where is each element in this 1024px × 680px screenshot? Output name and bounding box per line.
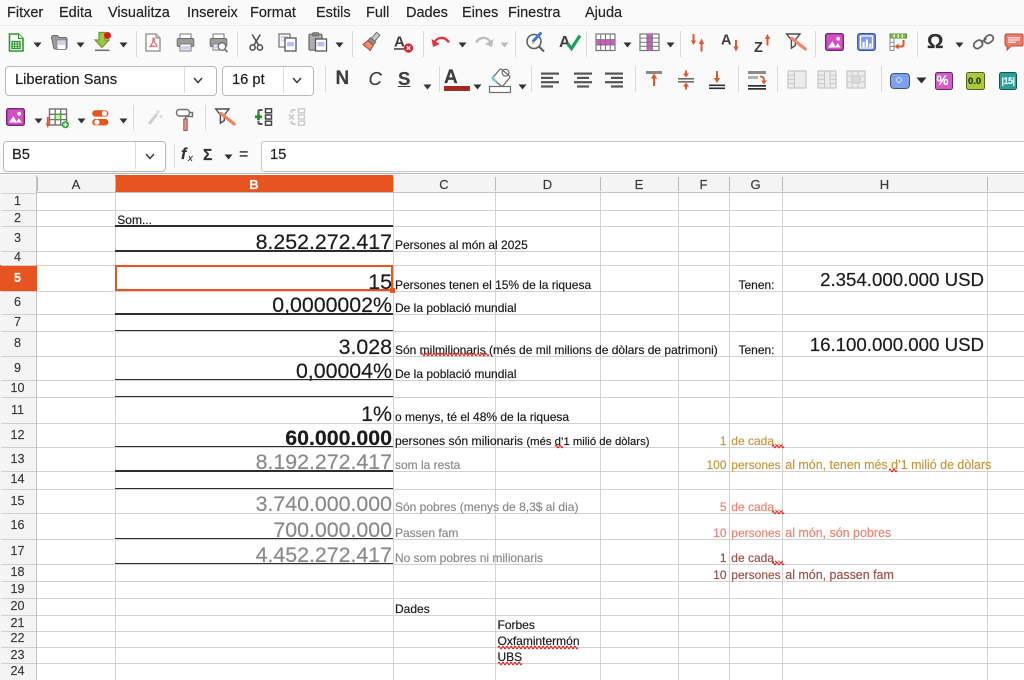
svg-text:A: A [721, 33, 732, 49]
svg-text:A: A [559, 34, 571, 51]
svg-text:A: A [394, 34, 405, 51]
svg-text:Z: Z [754, 40, 763, 56]
